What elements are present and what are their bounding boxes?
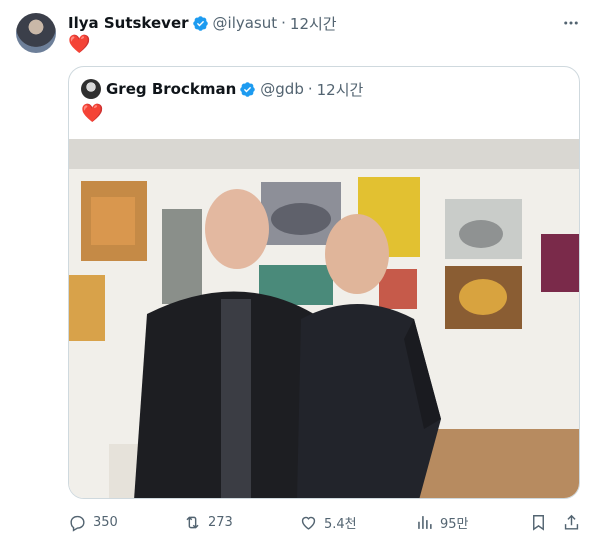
tweet-time[interactable]: 12시간 bbox=[290, 13, 337, 34]
share-button[interactable] bbox=[562, 513, 581, 532]
reply-icon bbox=[70, 515, 85, 532]
sloth-painting bbox=[162, 209, 202, 304]
photo-illustration bbox=[69, 139, 579, 498]
repost-count: 273 bbox=[208, 514, 233, 530]
quote-author-name: Greg Brockman bbox=[106, 80, 237, 98]
dot-separator: · bbox=[281, 14, 286, 32]
author-name[interactable]: Ilya Sutskever bbox=[68, 14, 189, 32]
quote-time: 12시간 bbox=[316, 80, 364, 99]
views-count: 95만 bbox=[440, 516, 469, 532]
quote-dot-separator: · bbox=[307, 80, 313, 98]
quote-text-heart-emoji: ❤️ bbox=[81, 103, 104, 124]
views-chart-icon bbox=[418, 515, 432, 529]
quote-photo[interactable] bbox=[69, 139, 579, 498]
like-count: 5.4천 bbox=[324, 516, 357, 532]
quote-author-handle: @gdb bbox=[260, 80, 304, 98]
reply-button[interactable]: 350 bbox=[68, 513, 118, 532]
quote-header: Greg Brockman @gdb · 12시간 bbox=[106, 79, 363, 99]
bird-painting bbox=[69, 275, 105, 341]
tweet-actions-bar: 350 273 5.4천 95만 bbox=[68, 510, 585, 534]
quote-author-avatar bbox=[81, 79, 101, 99]
person-left-head bbox=[205, 189, 269, 269]
author-handle[interactable]: @ilyasut bbox=[213, 14, 278, 32]
like-heart-icon bbox=[301, 516, 316, 530]
share-icon bbox=[564, 514, 579, 530]
reply-count: 350 bbox=[93, 514, 118, 530]
tweet-text-heart-emoji: ❤️ bbox=[68, 34, 91, 55]
quoted-tweet-card[interactable]: Greg Brockman @gdb · 12시간 ❤️ bbox=[68, 66, 580, 499]
bookmark-icon bbox=[533, 514, 544, 531]
verified-badge-icon bbox=[192, 15, 208, 31]
more-options-icon[interactable] bbox=[561, 14, 581, 32]
author-avatar[interactable] bbox=[16, 13, 56, 53]
repost-icon bbox=[186, 515, 199, 529]
sofa bbox=[417, 429, 579, 498]
repost-button[interactable]: 273 bbox=[183, 513, 233, 532]
tweet-header: Ilya Sutskever @ilyasut · 12시간 bbox=[68, 13, 337, 33]
seal-painting bbox=[541, 234, 579, 292]
person-right-head bbox=[325, 214, 389, 294]
views-button[interactable]: 95만 bbox=[415, 513, 469, 532]
bookmark-button[interactable] bbox=[529, 513, 548, 532]
like-button[interactable]: 5.4천 bbox=[299, 513, 357, 532]
quote-verified-badge-icon bbox=[240, 81, 256, 97]
